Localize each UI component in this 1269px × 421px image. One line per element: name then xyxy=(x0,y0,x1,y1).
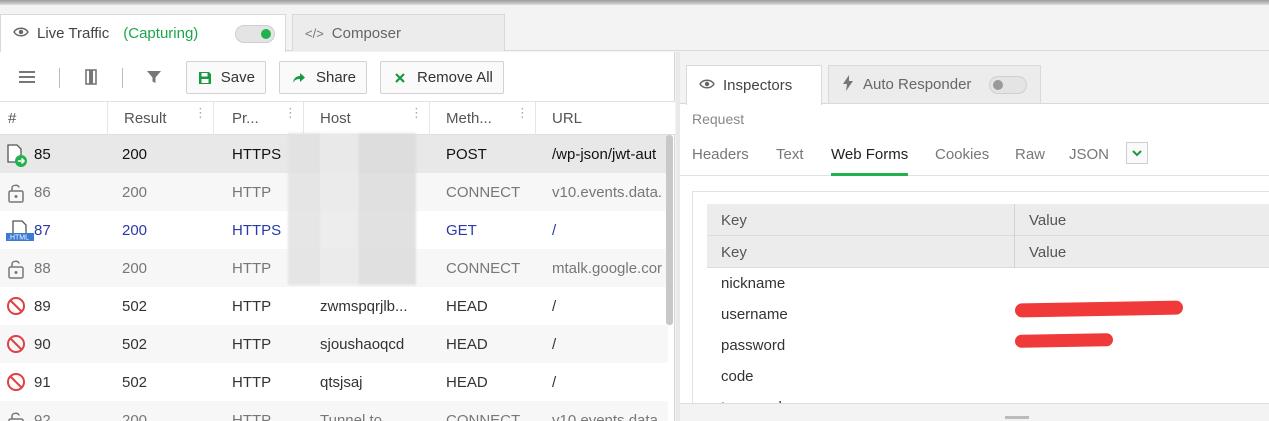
more-tabs-chevron-down-icon[interactable] xyxy=(1126,142,1148,164)
tab-composer-label: Composer xyxy=(331,24,401,42)
unlock-icon xyxy=(6,410,28,421)
column-menu-icon[interactable]: ⋮ xyxy=(284,106,297,119)
password-value-redaction xyxy=(1014,333,1114,348)
remove-all-button[interactable]: Remove All xyxy=(380,61,504,94)
blocked-icon xyxy=(6,334,28,356)
html-document-icon: .HTML xyxy=(6,220,34,242)
remove-all-label: Remove All xyxy=(417,69,493,86)
top-tab-bar: Live Traffic (Capturing) </> Composer xyxy=(0,5,1269,52)
menu-icon[interactable] xyxy=(16,66,38,88)
form-key: code xyxy=(721,368,754,385)
column-header-host[interactable]: Host ⋮ xyxy=(304,102,430,135)
tab-text[interactable]: Text xyxy=(776,146,804,176)
request-inspector-tabs: Headers Text Web Forms Cookies Raw JSON xyxy=(680,138,1269,176)
capturing-toggle[interactable] xyxy=(235,25,275,43)
table-row[interactable]: 89 502 HTTP zwmspqrjlb... HEAD / xyxy=(0,287,668,325)
save-button[interactable]: Save xyxy=(186,61,266,94)
sessions-toolbar: Save Share Remove All xyxy=(0,52,675,102)
value-column-header: Value xyxy=(1014,204,1269,236)
tab-auto-responder-label: Auto Responder xyxy=(863,76,972,93)
tab-web-forms[interactable]: Web Forms xyxy=(831,146,909,176)
toolbar-divider xyxy=(59,68,60,88)
document-arrow-icon xyxy=(6,144,28,167)
blocked-icon xyxy=(6,296,28,318)
save-label: Save xyxy=(220,69,255,86)
column-menu-icon[interactable]: ⋮ xyxy=(410,106,423,119)
web-forms-panel: Key Value Key Value nickname username pa… xyxy=(692,191,1269,405)
code-icon: </> xyxy=(305,25,324,41)
inspector-horizontal-scrollbar[interactable] xyxy=(680,403,1269,421)
value-column-header: Value xyxy=(1014,236,1269,268)
tab-json[interactable]: JSON xyxy=(1069,146,1109,176)
close-icon xyxy=(391,72,409,84)
form-table-header: Key Value xyxy=(707,204,1269,236)
key-column-header: Key xyxy=(721,211,747,229)
tab-live-traffic[interactable]: Live Traffic (Capturing) xyxy=(0,14,286,52)
toolbar-divider xyxy=(122,68,123,88)
form-table-header: Key Value xyxy=(707,236,1269,268)
key-column-header: Key xyxy=(721,243,747,261)
column-header-method[interactable]: Meth... ⋮ xyxy=(430,102,536,135)
request-section-label: Request xyxy=(692,111,745,127)
columns-icon[interactable] xyxy=(80,66,102,88)
column-header-result[interactable]: Result ⋮ xyxy=(108,102,214,135)
eye-icon xyxy=(699,77,715,94)
tab-cookies[interactable]: Cookies xyxy=(935,146,989,176)
sessions-grid-header: # Result ⋮ Pr... ⋮ Host ⋮ Meth... ⋮ URL xyxy=(0,102,675,135)
eye-icon xyxy=(13,25,29,42)
auto-responder-toggle[interactable] xyxy=(989,76,1027,94)
inspector-tab-bar: Inspectors Auto Responder xyxy=(680,52,1269,105)
share-icon xyxy=(290,72,308,84)
sessions-pane: Save Share Remove All # Result ⋮ Pr... ⋮ H… xyxy=(0,52,675,421)
table-row[interactable]: 90 502 HTTP sjoushaoqcd HEAD / xyxy=(0,325,668,363)
tab-inspectors-label: Inspectors xyxy=(723,77,793,94)
table-row[interactable]: 91 502 HTTP qtsjsaj HEAD / xyxy=(0,363,668,401)
sessions-scrollbar[interactable] xyxy=(666,135,673,325)
table-row[interactable]: 92 200 HTTP Tunnel to CONNECT v10.events… xyxy=(0,401,668,421)
column-header-url[interactable]: URL xyxy=(536,102,675,135)
form-key: username xyxy=(721,306,788,323)
unlock-icon xyxy=(6,258,28,280)
share-button[interactable]: Share xyxy=(279,61,367,94)
column-header-protocol[interactable]: Pr... ⋮ xyxy=(214,102,304,135)
filter-icon[interactable] xyxy=(143,66,165,88)
inspector-pane: Inspectors Auto Responder Request Header… xyxy=(680,52,1269,421)
share-label: Share xyxy=(315,69,356,86)
tab-live-traffic-label: Live Traffic xyxy=(37,25,110,42)
tab-composer[interactable]: </> Composer xyxy=(292,14,505,51)
tab-headers[interactable]: Headers xyxy=(692,146,749,176)
blocked-icon xyxy=(6,372,28,394)
lightning-icon xyxy=(843,74,853,95)
unlock-icon xyxy=(6,182,28,204)
form-key: nickname xyxy=(721,275,786,292)
tab-auto-responder[interactable]: Auto Responder xyxy=(828,65,1041,103)
save-icon xyxy=(197,71,213,85)
tab-raw[interactable]: Raw xyxy=(1015,146,1045,176)
form-key: password xyxy=(721,337,786,354)
tab-inspectors[interactable]: Inspectors xyxy=(686,65,822,105)
host-redaction-blur xyxy=(288,133,416,285)
column-header-number[interactable]: # xyxy=(0,102,108,135)
column-menu-icon[interactable]: ⋮ xyxy=(194,106,207,119)
username-value-redaction xyxy=(1014,300,1184,318)
svg-text:.HTML: .HTML xyxy=(8,235,29,242)
capturing-status: (Capturing) xyxy=(123,25,199,42)
column-menu-icon[interactable]: ⋮ xyxy=(516,106,529,119)
